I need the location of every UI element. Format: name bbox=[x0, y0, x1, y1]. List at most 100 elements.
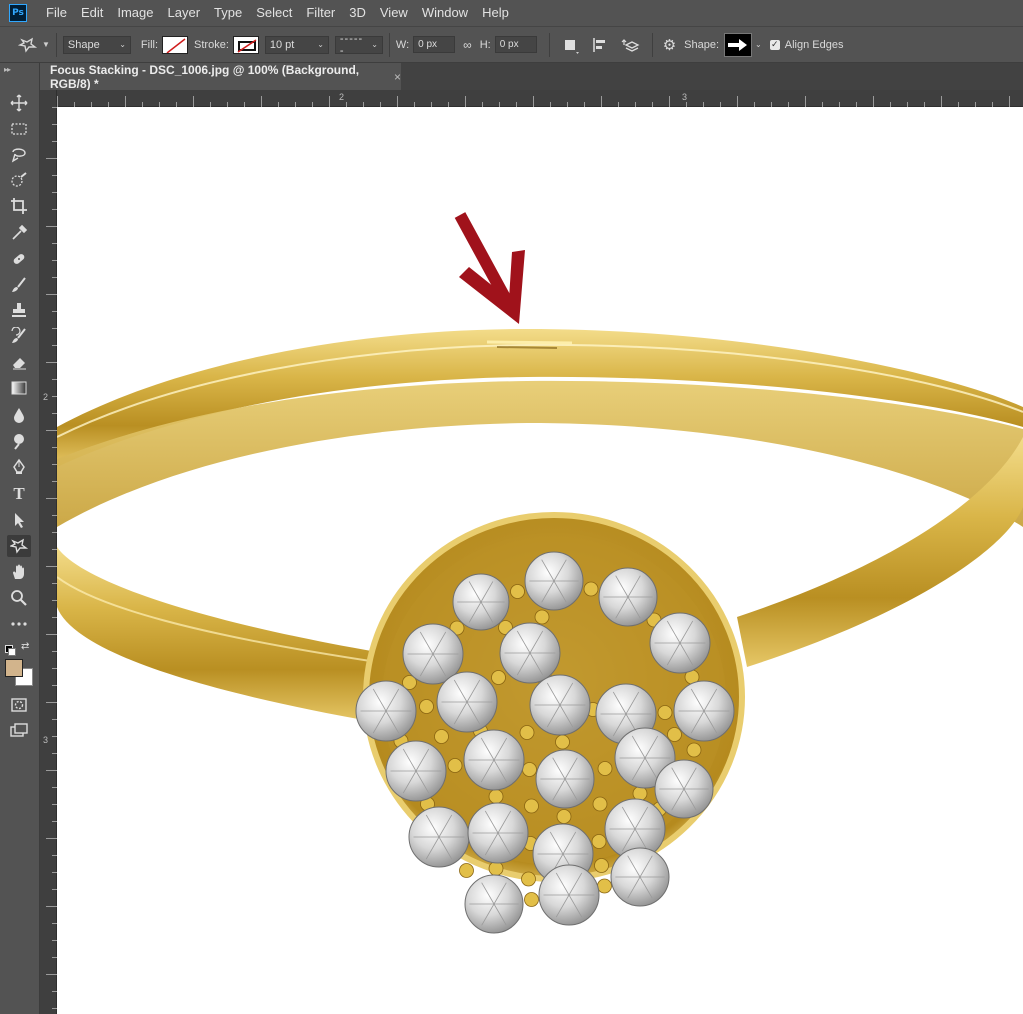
width-field[interactable]: 0 px bbox=[413, 36, 456, 53]
history-brush-icon bbox=[11, 327, 26, 343]
gold-prong bbox=[592, 796, 608, 812]
crop-tool[interactable] bbox=[7, 195, 31, 217]
height-field[interactable]: 0 px bbox=[494, 36, 537, 53]
quick-select-tool[interactable] bbox=[7, 170, 31, 192]
crop-icon bbox=[11, 198, 27, 214]
height-label: H: bbox=[479, 38, 491, 51]
zoom-icon bbox=[11, 590, 27, 606]
menu-type[interactable]: Type bbox=[207, 0, 249, 26]
menu-help[interactable]: Help bbox=[475, 0, 516, 26]
quick-mask-icon bbox=[11, 698, 27, 712]
more-tools[interactable] bbox=[7, 613, 31, 635]
gear-icon[interactable]: ⚙ bbox=[663, 36, 676, 54]
ruler-ticks bbox=[46, 107, 57, 1009]
healing-tool[interactable] bbox=[7, 248, 31, 270]
document-tab-title: Focus Stacking - DSC_1006.jpg @ 100% (Ba… bbox=[50, 62, 360, 91]
chevron-down-icon[interactable]: ⌄ bbox=[755, 40, 762, 49]
menu-image[interactable]: Image bbox=[110, 0, 160, 26]
menu-view[interactable]: View bbox=[373, 0, 415, 26]
eraser-tool[interactable] bbox=[7, 351, 31, 373]
menu-select[interactable]: Select bbox=[249, 0, 299, 26]
fill-label: Fill: bbox=[140, 38, 159, 51]
path-select-tool[interactable] bbox=[7, 509, 31, 531]
hand-icon bbox=[13, 564, 24, 579]
dodge-tool[interactable] bbox=[7, 430, 31, 452]
shape-preview[interactable] bbox=[724, 32, 753, 57]
swap-colors-icon[interactable]: ⇄ bbox=[21, 641, 29, 652]
screen-mode-button[interactable] bbox=[7, 720, 31, 742]
divider bbox=[55, 32, 57, 57]
mode-dropdown[interactable]: Shape ⌄ bbox=[62, 35, 131, 54]
link-icon[interactable]: ∞ bbox=[463, 38, 472, 52]
zoom-tool[interactable] bbox=[7, 587, 31, 609]
stroke-label: Stroke: bbox=[194, 38, 229, 51]
bandage-icon bbox=[13, 254, 25, 264]
history-brush-tool[interactable] bbox=[7, 325, 31, 347]
default-colors-icon[interactable] bbox=[5, 645, 16, 656]
gold-prong bbox=[488, 861, 504, 876]
lasso-tool[interactable] bbox=[7, 144, 31, 166]
path-operations-icon[interactable] bbox=[560, 36, 582, 54]
gold-prong bbox=[524, 892, 539, 907]
menu-layer[interactable]: Layer bbox=[161, 0, 208, 26]
align-edges-label: Align Edges bbox=[784, 38, 844, 51]
stroke-color-icon bbox=[237, 38, 257, 53]
gold-prong bbox=[519, 725, 535, 740]
stamp-tool[interactable] bbox=[7, 299, 31, 321]
dashed-line-icon: ------ bbox=[339, 32, 364, 57]
gold-prong bbox=[556, 809, 572, 824]
path-alignment-icon[interactable] bbox=[590, 36, 612, 54]
gradient-icon bbox=[11, 381, 27, 395]
gold-prong bbox=[591, 834, 607, 849]
gold-prong bbox=[632, 786, 648, 801]
blur-tool[interactable] bbox=[7, 404, 31, 426]
gold-prong bbox=[534, 609, 550, 625]
vertical-ruler[interactable]: 2 3 bbox=[40, 90, 57, 1014]
panel-collapse-icon[interactable]: ▸▸ bbox=[4, 65, 11, 74]
pen-icon bbox=[13, 458, 25, 474]
stroke-swatch[interactable] bbox=[232, 35, 259, 54]
quick-select-icon bbox=[11, 172, 27, 187]
ruler-label: 2 bbox=[43, 392, 49, 402]
tool-preset-picker[interactable]: ▼ bbox=[18, 37, 50, 53]
type-tool[interactable]: T bbox=[7, 483, 31, 505]
gold-prong bbox=[667, 727, 682, 742]
gold-prong bbox=[510, 584, 525, 599]
hand-tool[interactable] bbox=[7, 561, 31, 583]
chevron-down-icon: ⌄ bbox=[119, 40, 126, 49]
divider bbox=[651, 32, 653, 57]
brush-tool[interactable] bbox=[7, 274, 31, 296]
options-bar: ▼ Shape ⌄ Fill: Stroke: 10 pt ⌄ ------ ⌄… bbox=[0, 26, 1023, 63]
custom-shape-tool[interactable] bbox=[7, 535, 31, 557]
menu-3d[interactable]: 3D bbox=[342, 0, 373, 26]
horizontal-ruler[interactable]: 2 3 bbox=[57, 90, 1023, 107]
gold-prong bbox=[447, 758, 463, 773]
close-icon[interactable]: × bbox=[394, 70, 401, 84]
marquee-tool[interactable] bbox=[7, 118, 31, 140]
quick-mask-button[interactable] bbox=[7, 694, 31, 716]
path-arrangement-icon[interactable] bbox=[620, 36, 644, 54]
custom-shape-icon bbox=[18, 37, 38, 53]
menu-filter[interactable]: Filter bbox=[299, 0, 342, 26]
menu-file[interactable]: File bbox=[39, 0, 74, 26]
menu-edit[interactable]: Edit bbox=[74, 0, 110, 26]
custom-shape-icon bbox=[10, 538, 28, 554]
document-canvas[interactable] bbox=[57, 107, 1023, 1014]
document-tab[interactable]: Focus Stacking - DSC_1006.jpg @ 100% (Ba… bbox=[40, 62, 401, 91]
foreground-color-swatch[interactable] bbox=[5, 659, 23, 677]
stroke-width-field[interactable]: 10 pt ⌄ bbox=[264, 35, 329, 54]
eyedropper-tool[interactable] bbox=[7, 222, 31, 244]
gold-prong bbox=[597, 878, 612, 894]
align-edges-checkbox[interactable]: ✓ bbox=[769, 39, 780, 50]
gold-prong bbox=[583, 581, 599, 597]
fill-swatch[interactable] bbox=[162, 35, 189, 54]
gradient-tool[interactable] bbox=[7, 377, 31, 399]
photoshop-logo-icon[interactable]: Ps bbox=[9, 4, 27, 22]
move-tool[interactable] bbox=[7, 92, 31, 114]
pen-tool[interactable] bbox=[7, 456, 31, 478]
shape-label: Shape: bbox=[684, 38, 720, 51]
gold-prong bbox=[524, 798, 539, 814]
menu-window[interactable]: Window bbox=[415, 0, 475, 26]
ruler-label: 3 bbox=[43, 735, 49, 745]
stroke-type-dropdown[interactable]: ------ ⌄ bbox=[334, 32, 383, 57]
